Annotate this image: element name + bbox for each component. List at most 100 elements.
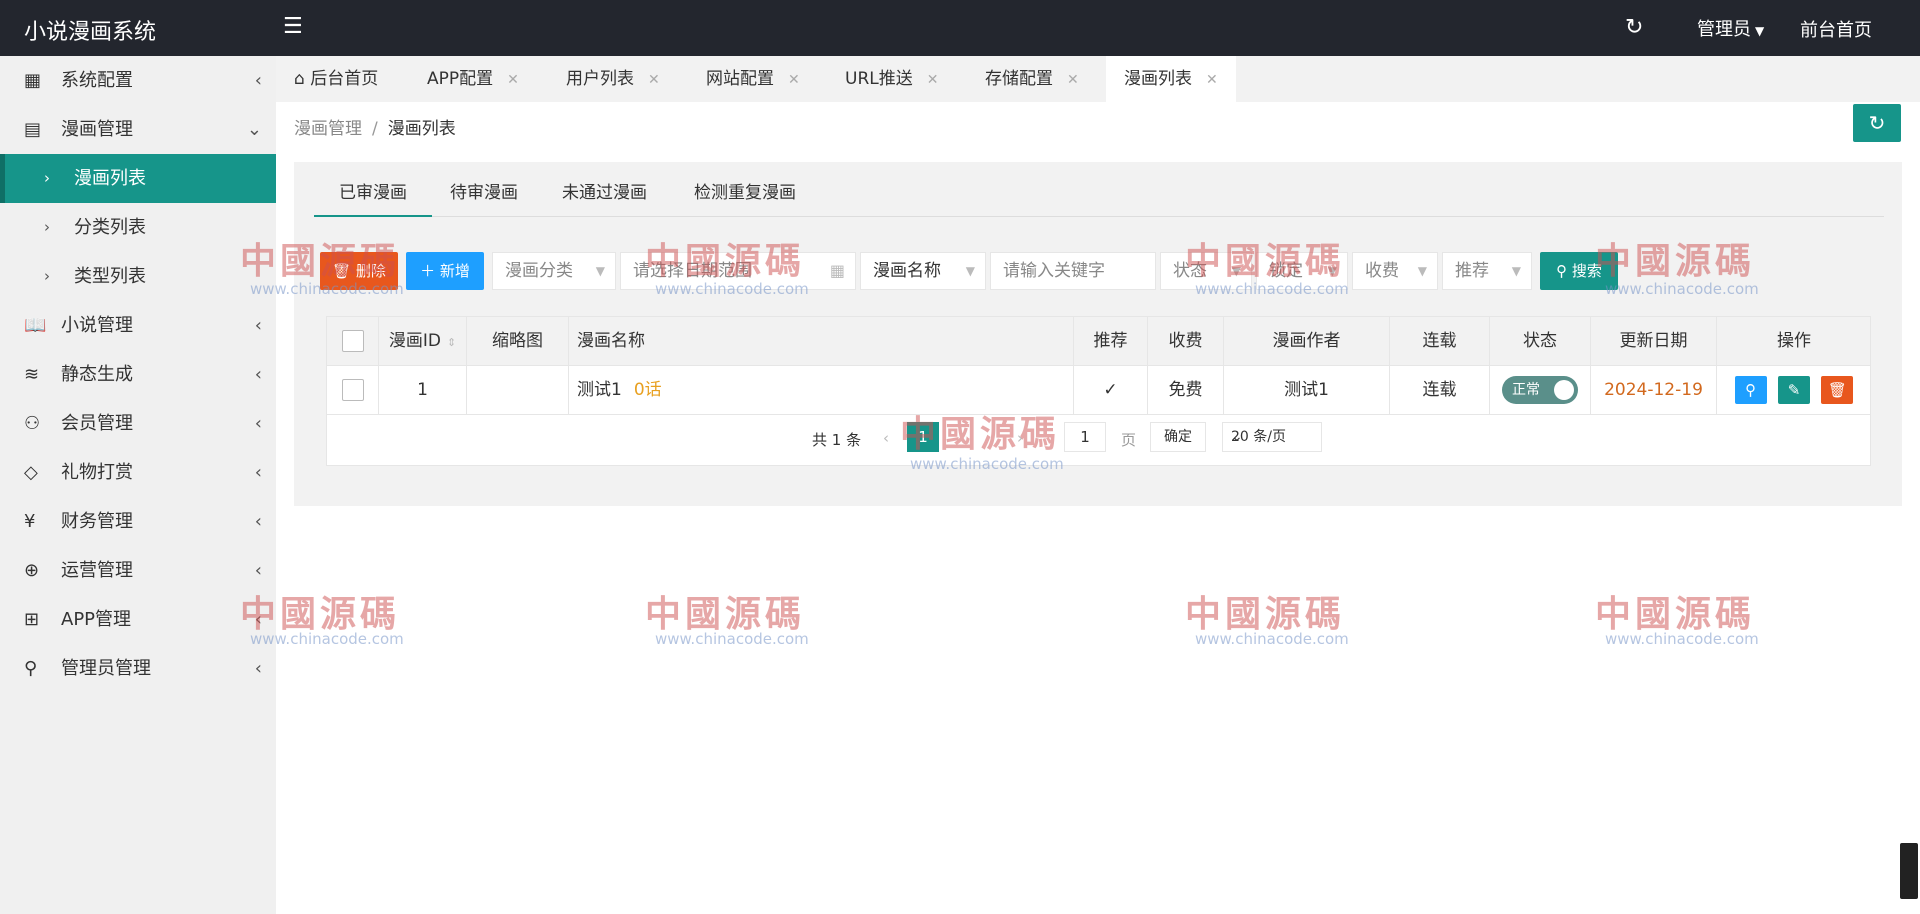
fee-select[interactable]: 收费 ▼ bbox=[1352, 252, 1438, 290]
table-header-row: 漫画ID ⇕ 缩略图 漫画名称 推荐 收费 漫画作者 连载 状态 更新日期 操作 bbox=[327, 317, 1870, 366]
tab-label: 后台首页 bbox=[310, 69, 379, 89]
cell-fee: 免费 bbox=[1148, 366, 1224, 414]
sidebar-item-app-manage[interactable]: ⊞ APP管理 ‹ bbox=[0, 595, 276, 644]
sidebar-subitem-category-list[interactable]: › 分类列表 bbox=[0, 203, 276, 252]
page-size-select[interactable]: 20 条/页 ⌄ bbox=[1222, 422, 1322, 452]
subtab-rejected[interactable]: 未通过漫画 bbox=[562, 170, 647, 217]
admin-menu[interactable]: 管理员 ▼ bbox=[1697, 15, 1764, 41]
select-all-cell bbox=[327, 317, 379, 365]
tab-site-config[interactable]: 网站配置 ✕ bbox=[688, 56, 818, 102]
sidebar-subitem-type-list[interactable]: › 类型列表 bbox=[0, 252, 276, 301]
close-icon[interactable]: ✕ bbox=[788, 72, 800, 88]
field-select[interactable]: 漫画名称 ▼ bbox=[860, 252, 986, 290]
header-serial: 连载 bbox=[1390, 317, 1490, 365]
tab-label: 存储配置 bbox=[985, 69, 1053, 89]
category-select[interactable]: 漫画分类 ▼ bbox=[492, 252, 616, 290]
view-button[interactable]: ⚲ bbox=[1734, 376, 1767, 404]
front-home-link[interactable]: 前台首页 bbox=[1800, 16, 1872, 42]
header-thumb: 缩略图 bbox=[467, 317, 569, 365]
next-page-icon[interactable]: › bbox=[1017, 429, 1023, 447]
recommend-select[interactable]: 推荐 ▼ bbox=[1442, 252, 1532, 290]
header-id[interactable]: 漫画ID ⇕ bbox=[379, 317, 467, 365]
subtab-pending[interactable]: 待审漫画 bbox=[450, 170, 518, 217]
cell-date: 2024-12-19 bbox=[1591, 366, 1717, 414]
sidebar-item-label: 漫画管理 bbox=[61, 119, 133, 140]
tab-label: 用户列表 bbox=[566, 69, 634, 89]
sidebar-item-finance[interactable]: ¥ 财务管理 ‹ bbox=[0, 497, 276, 546]
sort-icon[interactable]: ⇕ bbox=[447, 336, 456, 349]
subtab-approved[interactable]: 已审漫画 bbox=[314, 170, 432, 217]
search-button[interactable]: ⚲ 搜索 bbox=[1540, 252, 1618, 290]
status-toggle[interactable]: 正常 bbox=[1502, 376, 1578, 404]
close-icon[interactable]: ✕ bbox=[927, 72, 939, 88]
sidebar-subitem-comic-list[interactable]: › 漫画列表 bbox=[0, 154, 276, 203]
keyword-input[interactable]: 请输入关键字 bbox=[990, 252, 1156, 290]
sidebar-item-gift[interactable]: ◇ 礼物打赏 ‹ bbox=[0, 448, 276, 497]
review-tabs: 已审漫画 待审漫画 未通过漫画 检测重复漫画 bbox=[314, 170, 1884, 217]
chevron-left-icon: ‹ bbox=[254, 511, 262, 532]
sidebar-item-operation[interactable]: ⊕ 运营管理 ‹ bbox=[0, 546, 276, 595]
sidebar-item-member-manage[interactable]: ⚇ 会员管理 ‹ bbox=[0, 399, 276, 448]
add-button[interactable]: ＋ 新增 bbox=[406, 252, 484, 290]
scroll-handle[interactable] bbox=[1900, 843, 1918, 899]
tab-admin-home[interactable]: ⌂ 后台首页 bbox=[276, 56, 396, 102]
menu-toggle-icon[interactable]: ☰ bbox=[283, 16, 305, 38]
current-page[interactable]: 1 bbox=[907, 422, 939, 452]
header-fee: 收费 bbox=[1148, 317, 1224, 365]
chevron-left-icon: ‹ bbox=[254, 364, 262, 385]
chevron-left-icon: ‹ bbox=[254, 658, 262, 679]
tab-url-push[interactable]: URL推送 ✕ bbox=[827, 56, 956, 102]
tab-label: 网站配置 bbox=[706, 69, 774, 89]
sidebar-item-label: 系统配置 bbox=[61, 70, 133, 91]
subtab-duplicate[interactable]: 检测重复漫画 bbox=[694, 170, 796, 217]
sidebar: ▦ 系统配置 ‹ ▤ 漫画管理 ⌄ › 漫画列表 › 分类列表 › 类型列表 📖… bbox=[0, 56, 276, 914]
status-placeholder: 状态 bbox=[1173, 261, 1207, 281]
chevron-left-icon: ‹ bbox=[254, 315, 262, 336]
lock-select[interactable]: 锁定 ▼ bbox=[1256, 252, 1348, 290]
tab-label: URL推送 bbox=[845, 69, 913, 89]
close-icon[interactable]: ✕ bbox=[1206, 72, 1218, 88]
tab-app-config[interactable]: APP配置 ✕ bbox=[409, 56, 537, 102]
close-icon[interactable]: ✕ bbox=[507, 72, 519, 88]
page-unit: 页 bbox=[1121, 431, 1137, 449]
goto-page-input[interactable]: 1 bbox=[1064, 422, 1106, 452]
delete-row-button[interactable]: 🗑 bbox=[1821, 376, 1854, 404]
dropdown-arrow-icon: ▼ bbox=[965, 264, 975, 278]
breadcrumb-parent[interactable]: 漫画管理 bbox=[294, 119, 362, 139]
dropdown-arrow-icon: ▼ bbox=[1511, 264, 1521, 278]
sidebar-item-system-config[interactable]: ▦ 系统配置 ‹ bbox=[0, 56, 276, 105]
calendar-icon: ▦ bbox=[829, 261, 845, 280]
refresh-icon[interactable]: ↻ bbox=[1625, 15, 1643, 40]
prev-page-icon[interactable]: ‹ bbox=[883, 429, 889, 447]
header-name: 漫画名称 bbox=[569, 317, 1074, 365]
goto-confirm-button[interactable]: 确定 bbox=[1150, 422, 1206, 452]
tab-storage-config[interactable]: 存储配置 ✕ bbox=[967, 56, 1097, 102]
tab-user-list[interactable]: 用户列表 ✕ bbox=[548, 56, 678, 102]
sidebar-item-static-gen[interactable]: ≋ 静态生成 ‹ bbox=[0, 350, 276, 399]
chevron-down-icon: ⌄ bbox=[246, 119, 262, 140]
edit-button[interactable]: ✎ bbox=[1778, 376, 1810, 404]
tab-bar: ⌂ 后台首页 APP配置 ✕ 用户列表 ✕ 网站配置 ✕ URL推送 ✕ 存储配置 ✕ 漫… bbox=[276, 56, 1920, 102]
row-checkbox[interactable] bbox=[341, 379, 364, 401]
sidebar-item-novel-manage[interactable]: 📖 小说管理 ‹ bbox=[0, 301, 276, 350]
select-all-checkbox[interactable] bbox=[341, 330, 364, 352]
chevron-right-icon: › bbox=[44, 169, 50, 187]
main-content: 漫画管理 / 漫画列表 ↻ 已审漫画 待审漫画 未通过漫画 检测重复漫画 🗑 删除 … bbox=[276, 102, 1920, 914]
app-title: 小说漫画系统 bbox=[24, 20, 157, 45]
plus-icon: ＋ bbox=[420, 262, 440, 280]
sidebar-item-label: 运营管理 bbox=[61, 560, 133, 581]
book-icon: ▤ bbox=[24, 119, 42, 140]
refresh-button[interactable]: ↻ bbox=[1853, 104, 1901, 142]
header-actions: 操作 bbox=[1777, 331, 1811, 351]
close-icon[interactable]: ✕ bbox=[1067, 72, 1079, 88]
sidebar-subitem-label: 分类列表 bbox=[74, 217, 146, 238]
tab-comic-list[interactable]: 漫画列表 ✕ bbox=[1106, 56, 1236, 102]
delete-button[interactable]: 🗑 删除 bbox=[320, 252, 398, 290]
sidebar-item-comic-manage[interactable]: ▤ 漫画管理 ⌄ bbox=[0, 105, 276, 154]
sidebar-item-admin-manage[interactable]: ⚲ 管理员管理 ‹ bbox=[0, 644, 276, 693]
date-range-input[interactable]: 请选择日期范围 ▦ bbox=[620, 252, 856, 290]
close-icon[interactable]: ✕ bbox=[648, 72, 660, 88]
comic-name: 测试1 bbox=[577, 380, 622, 400]
trash-icon: 🗑 bbox=[332, 262, 356, 280]
status-select[interactable]: 状态 ▼ bbox=[1160, 252, 1252, 290]
